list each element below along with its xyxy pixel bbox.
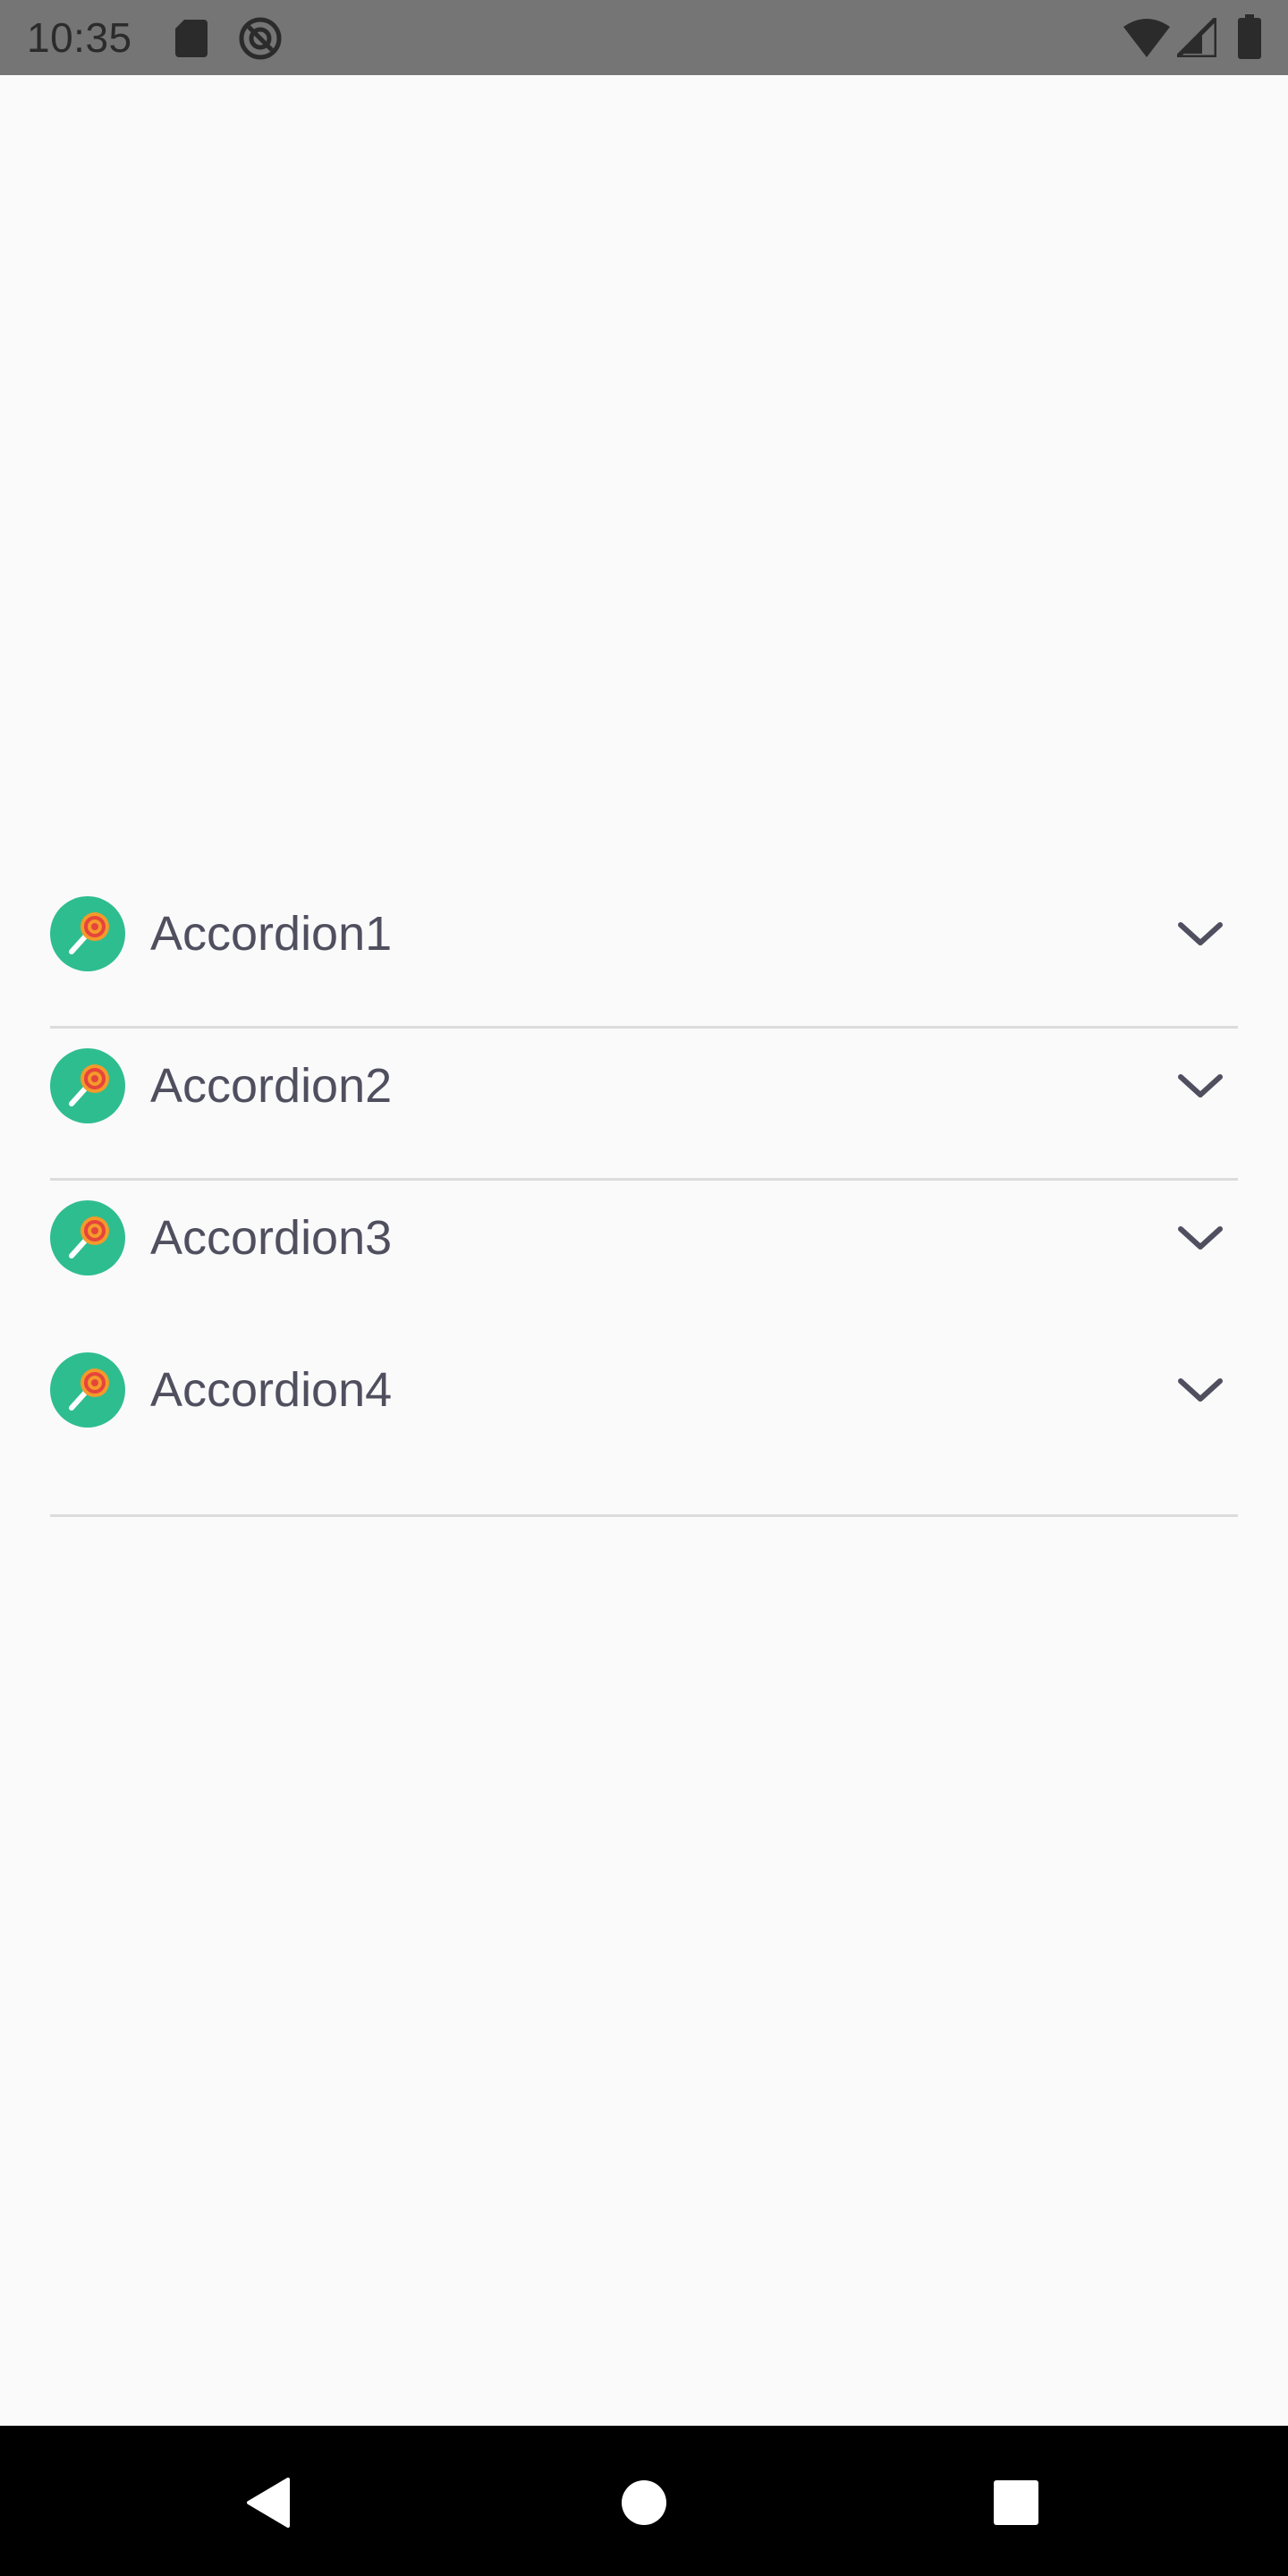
accordion-item-4[interactable]: Accordion4 bbox=[50, 1333, 1238, 1517]
lollipop-icon bbox=[50, 896, 125, 971]
chevron-down-icon[interactable] bbox=[1175, 1066, 1225, 1106]
status-time: 10:35 bbox=[27, 14, 132, 61]
sync-icon bbox=[239, 17, 282, 60]
sd-card-icon bbox=[175, 20, 208, 57]
lollipop-icon bbox=[50, 1048, 125, 1123]
chevron-down-icon[interactable] bbox=[1175, 1218, 1225, 1258]
screen: 10:35 Accordion1 Accordion2 Accordion3 A… bbox=[0, 0, 1288, 2576]
signal-icon bbox=[1177, 18, 1216, 57]
lollipop-icon bbox=[50, 1200, 125, 1275]
chevron-down-icon[interactable] bbox=[1175, 914, 1225, 953]
accordion-label: Accordion2 bbox=[150, 1059, 393, 1113]
status-bar: 10:35 bbox=[0, 0, 1288, 75]
lollipop-icon bbox=[50, 1352, 125, 1428]
navigation-bar bbox=[0, 2426, 1288, 2576]
accordion-label: Accordion4 bbox=[150, 1363, 393, 1417]
back-icon[interactable] bbox=[243, 2476, 292, 2529]
home-icon[interactable] bbox=[621, 2479, 667, 2526]
recents-icon[interactable] bbox=[993, 2479, 1039, 2526]
battery-icon bbox=[1238, 14, 1261, 59]
accordion-label: Accordion3 bbox=[150, 1211, 393, 1265]
chevron-down-icon[interactable] bbox=[1175, 1370, 1225, 1410]
accordion-list: Accordion1 Accordion2 Accordion3 Accordi… bbox=[50, 877, 1238, 1517]
wifi-icon bbox=[1123, 19, 1170, 57]
accordion-label: Accordion1 bbox=[150, 907, 393, 961]
accordion-item-3[interactable]: Accordion3 bbox=[50, 1181, 1238, 1333]
accordion-item-2[interactable]: Accordion2 bbox=[50, 1029, 1238, 1181]
accordion-item-1[interactable]: Accordion1 bbox=[50, 877, 1238, 1029]
